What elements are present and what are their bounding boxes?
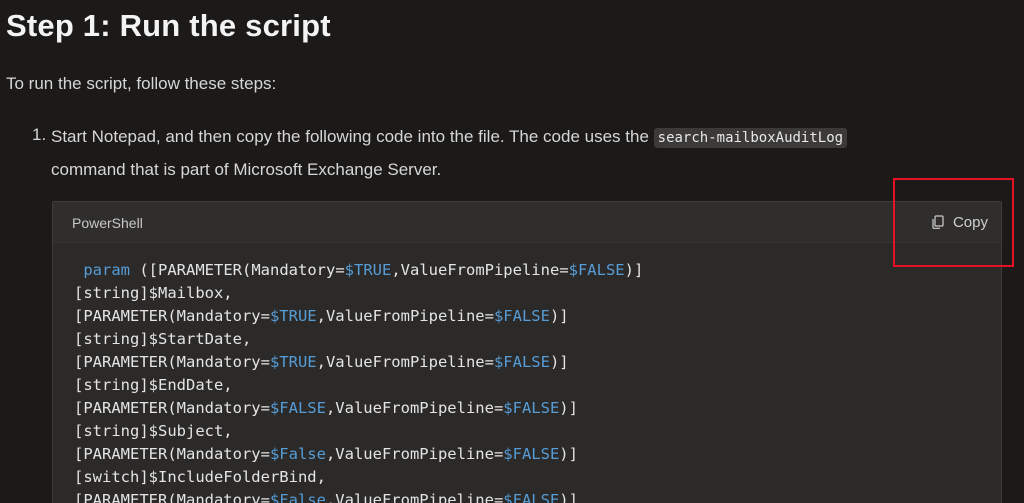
- code-token: $False: [269, 491, 326, 503]
- step-number: 1.: [32, 125, 47, 144]
- code-token: [PARAMETER(Mandatory=: [74, 353, 270, 371]
- code-token: ,ValueFromPipeline=: [391, 261, 569, 279]
- code-line: [switch]$IncludeFolderBind,: [74, 466, 643, 489]
- code-token: param: [83, 261, 131, 279]
- code-token: )]: [549, 307, 569, 325]
- code-token: $FALSE: [503, 491, 560, 503]
- code-token: $FALSE: [493, 307, 550, 325]
- code-token: $False: [269, 445, 326, 463]
- code-line: [PARAMETER(Mandatory=$TRUE,ValueFromPipe…: [74, 351, 643, 374]
- step-line-1: Start Notepad, and then copy the followi…: [51, 121, 991, 154]
- code-token: [string]$StartDate,: [74, 330, 252, 348]
- code-language-label: PowerShell: [72, 215, 143, 231]
- code-line: [string]$Mailbox,: [74, 282, 643, 305]
- code-token: $FALSE: [493, 353, 550, 371]
- code-token: ,ValueFromPipeline=: [316, 307, 494, 325]
- code-line: [string]$Subject,: [74, 420, 643, 443]
- code-token: ,ValueFromPipeline=: [316, 353, 494, 371]
- code-token: $TRUE: [269, 353, 317, 371]
- code-content: param ([PARAMETER(Mandatory=$TRUE,ValueF…: [74, 259, 643, 503]
- code-token: )]: [549, 353, 569, 371]
- inline-code-command: search-mailboxAuditLog: [653, 128, 848, 148]
- step-text-after: command that is part of Microsoft Exchan…: [51, 160, 442, 179]
- code-token: [PARAMETER(Mandatory=: [74, 445, 270, 463]
- code-line: [PARAMETER(Mandatory=$FALSE,ValueFromPip…: [74, 397, 643, 420]
- code-line: [string]$EndDate,: [74, 374, 643, 397]
- code-line: [string]$StartDate,: [74, 328, 643, 351]
- code-token: $FALSE: [503, 445, 560, 463]
- code-token: [switch]$IncludeFolderBind,: [74, 468, 326, 486]
- code-token: ,ValueFromPipeline=: [325, 445, 504, 463]
- page-heading: Step 1: Run the script: [6, 8, 331, 43]
- code-token: )]: [624, 261, 644, 279]
- code-token: [string]$Subject,: [74, 422, 233, 440]
- code-token: [PARAMETER(Mandatory=: [74, 491, 270, 503]
- code-block: PowerShell Copy param ([PARAMETER(Mandat…: [52, 201, 1002, 503]
- code-token: $TRUE: [344, 261, 392, 279]
- code-token: ([PARAMETER(Mandatory=: [130, 261, 345, 279]
- code-token: ,ValueFromPipeline=: [325, 491, 504, 503]
- code-token: $TRUE: [269, 307, 317, 325]
- code-token: )]: [559, 491, 578, 503]
- code-token: [string]$EndDate,: [74, 376, 233, 394]
- code-token: )]: [559, 445, 578, 463]
- highlight-annotation-box: [893, 178, 1014, 267]
- code-block-header: PowerShell Copy: [53, 202, 1001, 243]
- code-token: $FALSE: [269, 399, 326, 417]
- code-token: [PARAMETER(Mandatory=: [74, 307, 270, 325]
- code-token: )]: [559, 399, 578, 417]
- code-token: $FALSE: [503, 399, 560, 417]
- code-line: [PARAMETER(Mandatory=$False,ValueFromPip…: [74, 489, 643, 503]
- code-token: [PARAMETER(Mandatory=: [74, 399, 270, 417]
- code-token: [string]$Mailbox,: [74, 284, 233, 302]
- code-line: [PARAMETER(Mandatory=$False,ValueFromPip…: [74, 443, 643, 466]
- code-token: $FALSE: [568, 261, 625, 279]
- intro-text: To run the script, follow these steps:: [6, 74, 277, 93]
- code-line: param ([PARAMETER(Mandatory=$TRUE,ValueF…: [74, 259, 643, 282]
- step-text-before: Start Notepad, and then copy the followi…: [51, 127, 654, 146]
- code-token: ,ValueFromPipeline=: [325, 399, 504, 417]
- step-description: Start Notepad, and then copy the followi…: [51, 121, 991, 186]
- code-line: [PARAMETER(Mandatory=$TRUE,ValueFromPipe…: [74, 305, 643, 328]
